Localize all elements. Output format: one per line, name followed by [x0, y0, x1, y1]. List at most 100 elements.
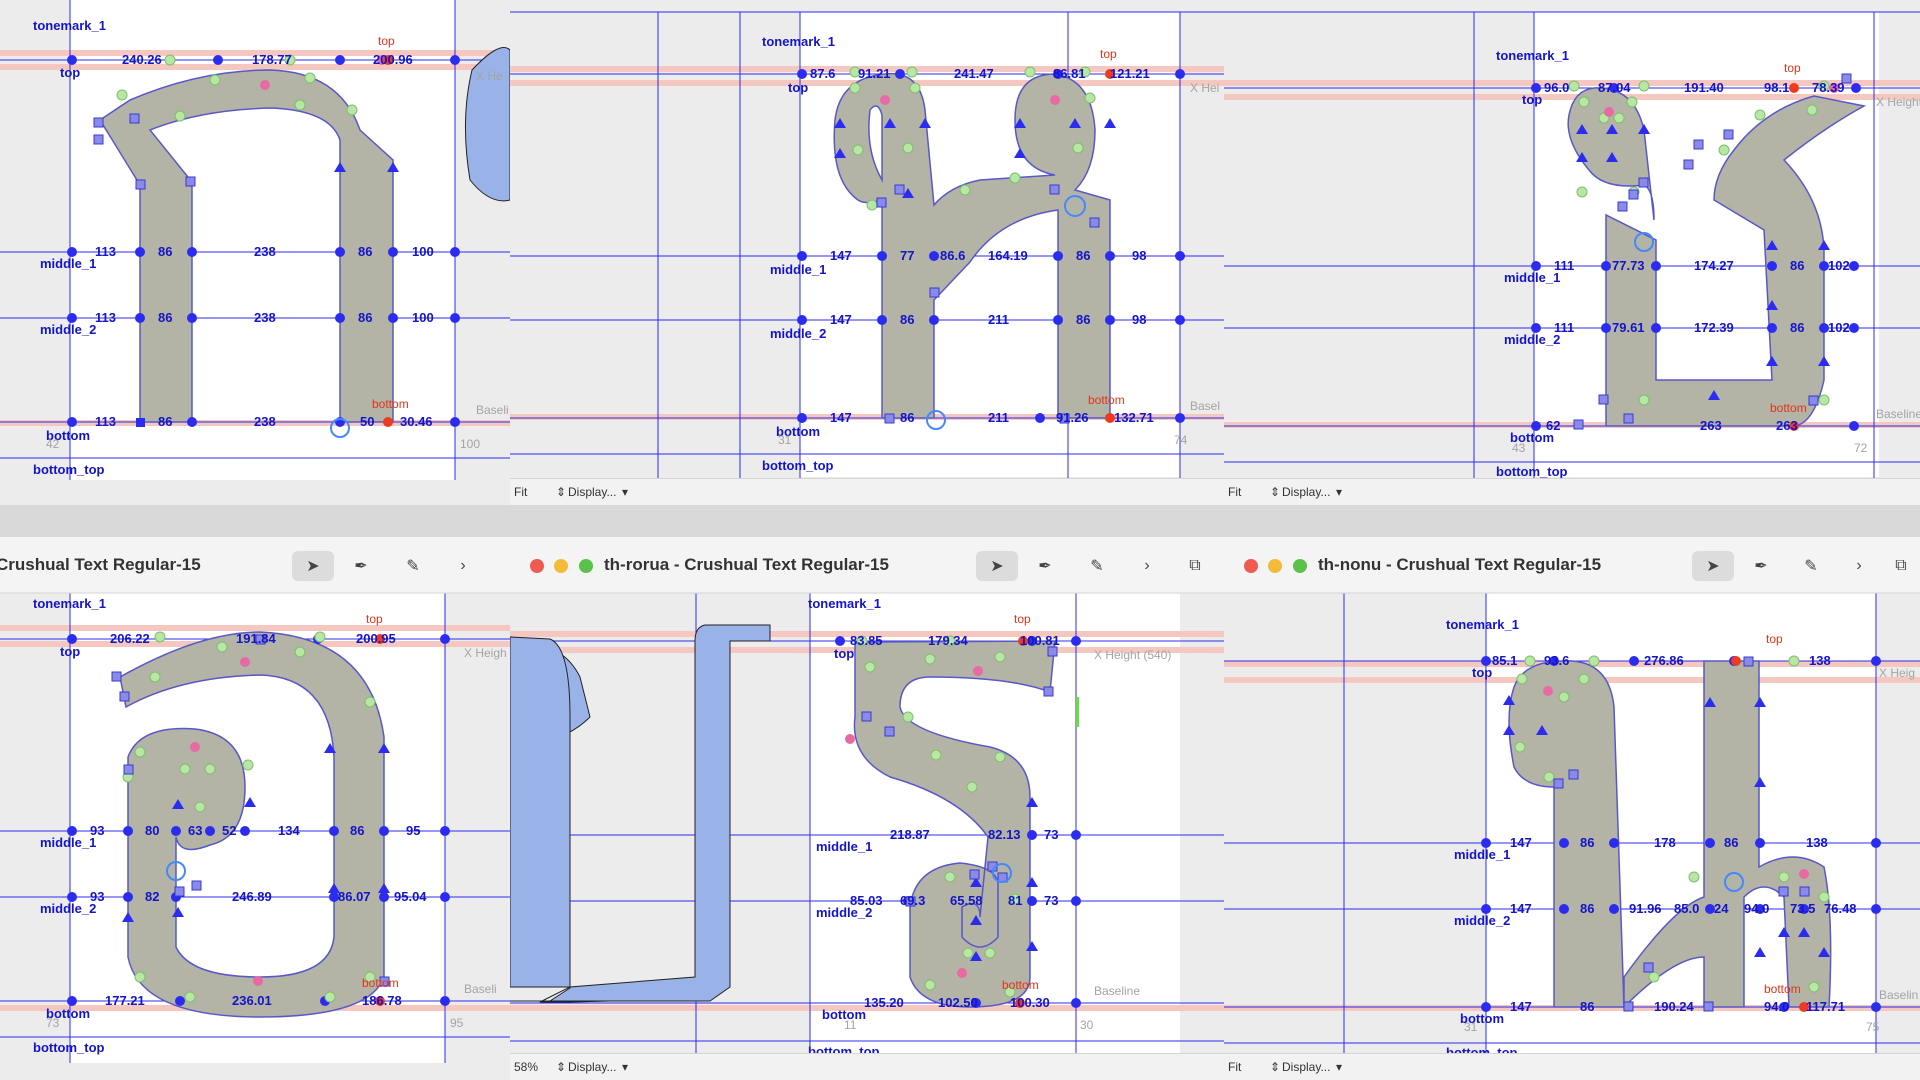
overlap-icon[interactable]: ⧉: [1174, 551, 1216, 581]
metric-label: 86: [1076, 248, 1090, 263]
glyph-canvas[interactable]: tonemark_1 top middle_1 middle_2 bottom …: [0, 0, 510, 505]
metric-label: 147: [830, 410, 852, 425]
guide-label-top: top: [1522, 92, 1542, 107]
guide-label-tonemark: tonemark_1: [33, 596, 106, 611]
maximize-window-button[interactable]: [1293, 559, 1307, 573]
guide-label-top: top: [60, 65, 80, 80]
metric-label: 211: [988, 312, 1009, 327]
metric-label: 121.21: [1110, 66, 1150, 81]
metric-label: 111: [1554, 320, 1574, 335]
metric-label: 86: [158, 310, 172, 325]
anchor-label-bottom: bottom: [1088, 393, 1125, 407]
pointer-tool-icon[interactable]: ➤: [292, 551, 334, 581]
pen-tool-icon[interactable]: ✒: [1024, 551, 1066, 581]
anchor-label-top: top: [1100, 47, 1117, 61]
metric-label: 80: [145, 823, 159, 838]
sidebearing-right: 100: [460, 437, 480, 451]
metric-label: 91.21: [858, 66, 891, 81]
pen-tool-icon[interactable]: ✒: [1740, 551, 1782, 581]
metric-label: 79.61: [1612, 320, 1645, 335]
metric-label: 172.39: [1694, 320, 1734, 335]
metric-label: 191.84: [236, 631, 277, 646]
glyph-canvas[interactable]: tonemark_1 top middle_1 middle_2 bottom …: [510, 0, 1224, 505]
pencil-tool-icon[interactable]: ✎: [392, 551, 434, 581]
guide-label-middle-2: middle_2: [1504, 332, 1560, 347]
baseline-label: Baseline: [1094, 984, 1140, 998]
display-menu[interactable]: Display...: [1282, 485, 1330, 499]
chevron-right-icon[interactable]: ›: [1126, 551, 1168, 581]
metric-label: 98: [1132, 312, 1146, 327]
metric-label: 86: [1580, 999, 1594, 1014]
guide-label-middle-1: middle_1: [1454, 847, 1510, 862]
glyph-canvas[interactable]: tonemark_1 top middle_1 middle_2 bottom …: [1224, 0, 1920, 505]
guide-label-top: top: [834, 646, 854, 661]
display-menu[interactable]: Display...: [568, 485, 616, 499]
close-window-button[interactable]: [1244, 559, 1258, 573]
xheight-label: X Height: [1876, 95, 1920, 109]
pointer-tool-icon[interactable]: ➤: [1692, 551, 1734, 581]
guide-label-tonemark: tonemark_1: [1496, 48, 1569, 63]
glyph-canvas[interactable]: tonemark_1 top middle_1 middle_2 bottom …: [0, 537, 510, 1080]
metric-label: 94.0: [1744, 901, 1769, 916]
guide-label-middle-2: middle_2: [40, 322, 96, 337]
metric-label: 95.04: [394, 889, 427, 904]
status-bar: Fit ⇕ Display... ▾: [1224, 1053, 1920, 1080]
metric-label: 236.01: [232, 993, 272, 1008]
anchor-label-top: top: [378, 34, 395, 48]
glyph-canvas[interactable]: tonemark_1 top middle_1 middle_2 bottom …: [1224, 537, 1920, 1080]
metric-label: 263: [1776, 418, 1798, 433]
overlap-icon[interactable]: ⧉: [1880, 551, 1920, 581]
sidebearing-left: 73: [46, 1016, 60, 1030]
anchor-label-bottom: bottom: [362, 976, 399, 990]
metric-label: 113: [95, 414, 116, 429]
display-menu[interactable]: Display...: [568, 1060, 616, 1074]
metric-label: 91.96: [1629, 901, 1662, 916]
chevron-down-icon: ▾: [622, 485, 629, 499]
glyph-editor-panel-1: tonemark_1 top middle_1 middle_2 bottom …: [0, 0, 510, 505]
metric-label: 73: [1044, 827, 1058, 842]
metric-label: 138: [1806, 835, 1828, 850]
glyph-canvas[interactable]: tonemark_1 top middle_1 middle_2 bottom …: [510, 537, 1224, 1080]
metric-label: 238: [254, 310, 276, 325]
metric-label: 77: [900, 248, 914, 263]
metric-label: 86: [350, 823, 364, 838]
metric-label: 86: [158, 244, 172, 259]
metric-label: 200.96: [373, 52, 413, 67]
metric-label: 50: [360, 414, 374, 429]
close-window-button[interactable]: [530, 559, 544, 573]
chevron-right-icon[interactable]: ›: [442, 551, 484, 581]
guide-label-tonemark: tonemark_1: [808, 596, 881, 611]
window-title: th-rorua - Crushual Text Regular-15: [604, 555, 889, 574]
metric-label: 102.50: [938, 995, 978, 1010]
metric-label: 24: [1714, 901, 1729, 916]
metric-label: 179.34: [928, 633, 969, 648]
metric-label: 30.46: [400, 414, 433, 429]
metric-label: 113: [95, 244, 116, 259]
metric-label: 86: [158, 414, 172, 429]
metric-label: 63: [188, 823, 202, 838]
pencil-tool-icon[interactable]: ✎: [1790, 551, 1832, 581]
metric-label: 87.6: [810, 66, 835, 81]
chevron-right-icon[interactable]: ›: [1838, 551, 1880, 581]
display-menu[interactable]: Display...: [1282, 1060, 1330, 1074]
sidebearing-right: 75: [1866, 1020, 1880, 1034]
pen-tool-icon[interactable]: ✒: [340, 551, 382, 581]
maximize-window-button[interactable]: [579, 559, 593, 573]
pointer-tool-icon[interactable]: ➤: [976, 551, 1018, 581]
xheight-label: X Heig: [1879, 666, 1915, 680]
minimize-window-button[interactable]: [1268, 559, 1282, 573]
minimize-window-button[interactable]: [554, 559, 568, 573]
zoom-level[interactable]: Fit: [1228, 1060, 1241, 1074]
status-bar: Fit ⇕ Display... ▾: [510, 478, 1224, 505]
metric-label: 86: [358, 310, 372, 325]
guide-label-bottom-top: bottom_top: [33, 1040, 105, 1055]
zoom-level[interactable]: Fit: [1228, 485, 1241, 499]
pencil-tool-icon[interactable]: ✎: [1076, 551, 1118, 581]
metric-label: 52: [222, 823, 236, 838]
zoom-level[interactable]: Fit: [514, 485, 527, 499]
metric-label: 178: [1654, 835, 1676, 850]
guide-label-middle-1: middle_1: [40, 256, 96, 271]
sidebearing-right: 30: [1080, 1018, 1094, 1032]
editor-window: tonemark_1 top middle_1 middle_2 bottom …: [510, 0, 1224, 505]
zoom-level[interactable]: 58%: [514, 1060, 538, 1074]
